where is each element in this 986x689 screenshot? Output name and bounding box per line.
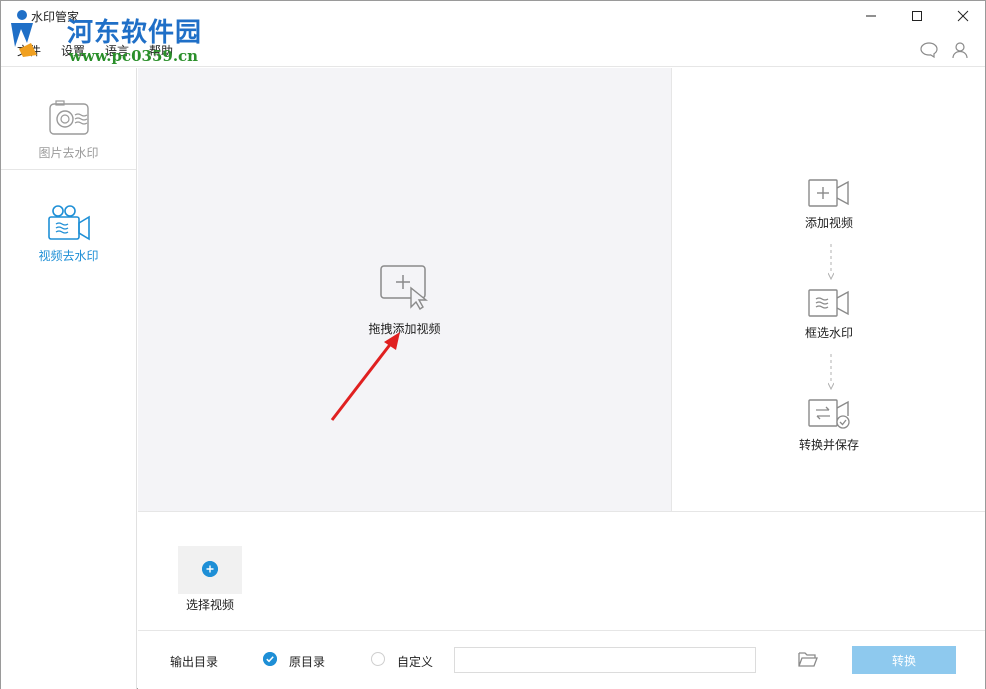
step-add-video: 添加视频	[782, 178, 876, 231]
radio-original-dir[interactable]	[263, 652, 277, 666]
sidebar-item-video[interactable]: 视频去水印	[1, 171, 136, 273]
minimize-button[interactable]	[848, 1, 894, 31]
step-label: 转换并保存	[798, 438, 859, 452]
step-connector-arrow	[828, 354, 834, 390]
sidebar-item-label: 视频去水印	[38, 249, 99, 263]
video-camera-icon	[48, 205, 90, 241]
user-icon[interactable]	[949, 39, 971, 61]
convert-save-icon	[808, 399, 850, 429]
maximize-icon	[912, 11, 922, 21]
folder-open-icon[interactable]	[798, 650, 818, 668]
watermark-url: www.pc0359.cn	[69, 47, 199, 65]
select-video-button[interactable]	[178, 546, 242, 594]
chat-icon[interactable]	[918, 39, 940, 61]
video-drop-zone[interactable]: 拖拽添加视频	[138, 68, 671, 511]
watermark-logo-icon	[11, 10, 37, 57]
select-video-label: 选择视频	[185, 598, 234, 612]
step-convert-save: 转换并保存	[782, 398, 876, 453]
file-list-area: 选择视频	[138, 511, 985, 630]
app-window: 水印管家 文件 设置 语言 帮助 河东软件园 www.pc0359.cn	[0, 0, 986, 689]
output-dir-label: 输出目录	[170, 655, 219, 669]
radio-custom-label: 自定义	[397, 655, 434, 669]
drag-add-icon	[380, 265, 428, 310]
close-button[interactable]	[940, 1, 986, 31]
radio-original-label: 原目录	[289, 655, 326, 669]
add-video-icon	[808, 179, 849, 207]
sidebar-item-label: 图片去水印	[38, 146, 99, 160]
close-icon	[957, 10, 969, 22]
step-label: 框选水印	[804, 326, 853, 340]
sidebar-item-photo[interactable]: 图片去水印	[1, 68, 136, 170]
watermark-brand: 河东软件园	[67, 18, 203, 48]
output-path-input[interactable]	[454, 647, 756, 673]
select-watermark-icon	[808, 289, 849, 317]
red-arrow-annotation	[330, 332, 400, 421]
plus-circle-icon	[202, 561, 218, 577]
sidebar: 图片去水印 视频去水印	[1, 68, 137, 689]
step-label: 添加视频	[804, 216, 853, 230]
radio-custom-dir[interactable]	[371, 652, 385, 666]
minimize-icon	[866, 15, 876, 17]
maximize-button[interactable]	[894, 1, 940, 31]
convert-button[interactable]: 转换	[852, 646, 956, 674]
output-bar: 输出目录 原目录 自定义 转换	[138, 630, 985, 689]
steps-panel: 添加视频 框选水印 转换并保存	[671, 68, 985, 511]
step-connector-arrow	[828, 244, 834, 280]
step-select-watermark: 框选水印	[782, 288, 876, 341]
photo-camera-icon	[49, 100, 89, 135]
